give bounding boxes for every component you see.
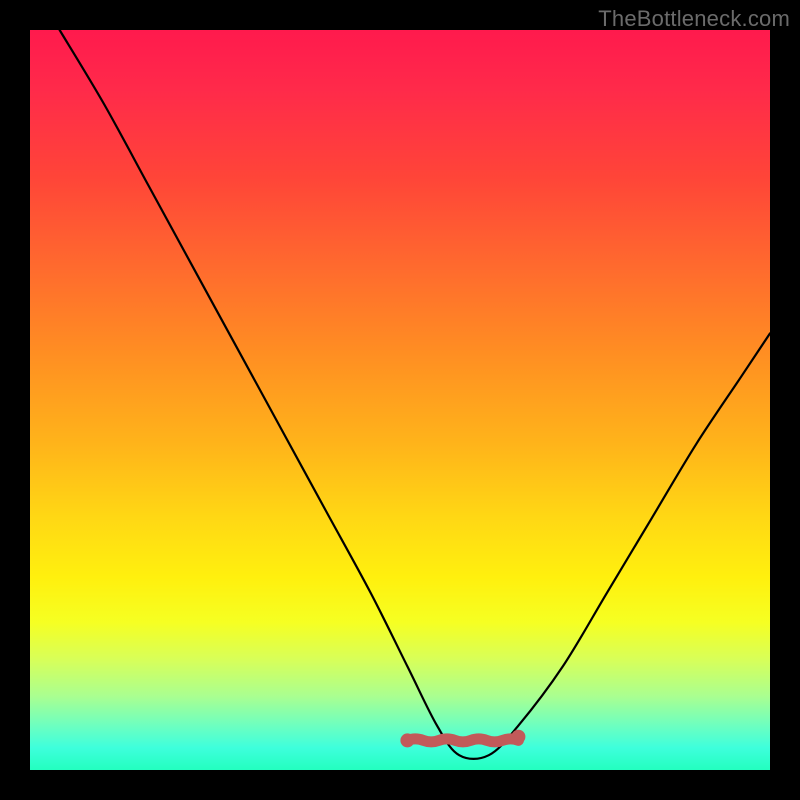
watermark-text: TheBottleneck.com	[598, 6, 790, 32]
bottleneck-curve	[60, 30, 770, 759]
flat-region-dot-right	[511, 730, 525, 744]
flat-region-overlay	[407, 739, 518, 742]
chart-frame: TheBottleneck.com	[0, 0, 800, 800]
chart-svg	[30, 30, 770, 770]
flat-region-dot-left	[400, 733, 414, 747]
plot-area	[30, 30, 770, 770]
